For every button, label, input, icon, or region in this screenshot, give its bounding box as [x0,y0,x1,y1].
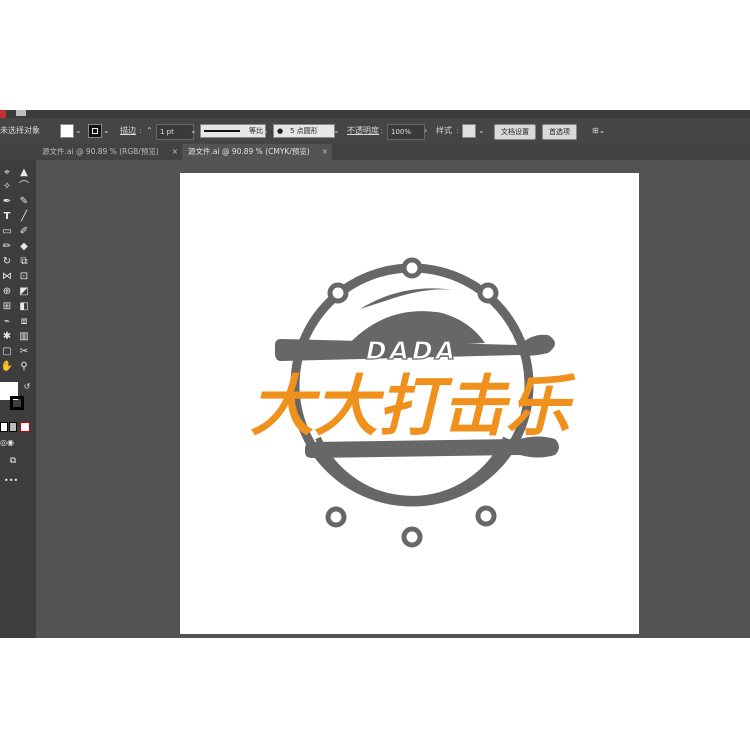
workspace-icon[interactable] [16,110,26,116]
rectangle-icon[interactable]: ▭ [0,225,14,239]
stroke-swatch[interactable] [88,124,102,138]
tab-cmyk[interactable]: 源文件.ai @ 90.89 % (CMYK/预览) × [182,144,332,160]
selection-icon[interactable]: ⌖ [0,166,14,180]
stroke-label[interactable]: 描边 [120,124,136,138]
stroke-weight-dropdown-icon[interactable]: ⌄ [190,124,197,138]
drum-swoosh [360,288,460,309]
lug-top [401,257,423,279]
arrange-icon[interactable]: ⊞⌄ [592,124,605,138]
illustrator-window: 未选择对象 ⌄ ⌄ 描边 : ⌃ 1 pt ⌄ 等比 ⌄ ● 5 点圆形 ⌄ 不… [0,110,750,638]
slice-icon[interactable]: ✂ [17,345,31,359]
symbol-sprayer-icon[interactable]: ✱ [0,330,14,344]
colon-icon: : [139,126,142,135]
zoom-icon[interactable]: ⚲ [17,360,31,374]
shape-builder-icon[interactable]: ⊕ [0,285,14,299]
eraser-icon[interactable]: ◆ [17,240,31,254]
graph-icon[interactable]: ▥ [17,330,31,344]
perspective-icon[interactable]: ◩ [17,285,31,299]
logo-wordmark: DADA [366,336,458,365]
artboard: DADA 大大打击乐 [180,173,639,634]
stroke-weight-field[interactable]: 1 pt [156,124,194,140]
variable-width-profile[interactable]: 等比 [200,124,266,138]
lug-bottom-right [475,505,497,527]
close-icon[interactable]: × [172,144,178,160]
draw-mode-icon[interactable]: ◎◉ [0,436,14,450]
fill-dropdown-icon[interactable]: ⌄ [75,124,82,138]
shaper-icon[interactable]: ✏ [0,240,14,254]
stroke-stepper-icon[interactable]: ⌃ [146,124,153,138]
brush-dropdown-icon[interactable]: ⌄ [333,124,340,138]
lug-top-left [327,282,349,304]
stroke-dropdown-icon[interactable]: ⌄ [103,124,110,138]
hand-icon[interactable]: ✋ [0,360,14,374]
style-dropdown-icon[interactable]: ⌄ [478,124,485,138]
type-icon[interactable]: T [0,210,14,224]
direct-selection-icon[interactable]: ▲ [17,166,31,180]
profile-dropdown-icon[interactable]: ⌄ [262,124,269,138]
swap-colors-icon[interactable]: ↺ [20,380,34,394]
brush-definition[interactable]: ● 5 点圆形 [273,124,335,138]
lug-bottom [401,526,423,548]
width-icon[interactable]: ⋈ [0,270,14,284]
document-setup-button[interactable]: 文档设置 [494,124,536,140]
selection-status: 未选择对象 [0,126,40,135]
free-transform-icon[interactable]: ⊡ [17,270,31,284]
style-swatch[interactable] [462,124,476,138]
opacity-arrow-icon[interactable]: › [424,124,427,138]
color-mode-icon[interactable] [0,422,8,432]
opacity-field[interactable]: 100% [387,124,425,140]
menu-strip [0,110,750,118]
logo-artwork: DADA 大大打击乐 [250,257,576,548]
gradient-icon[interactable]: ◧ [17,300,31,314]
profile-label: 等比 [249,127,263,135]
screen-mode-icon[interactable]: ⧉ [6,454,20,468]
tools-panel: ⌖ ▲ ✧ ⌒ ✒ ✎ T ╱ ▭ ✐ ✏ ◆ ↻ ⧉ ⋈ ⊡ ⊕ ◩ ⊞ ◧ … [0,160,36,638]
curvature-icon[interactable]: ✎ [17,195,31,209]
none-mode-icon[interactable] [20,422,30,432]
lug-bottom-left [325,506,347,528]
blend-icon[interactable]: ⧈ [17,315,31,329]
preferences-button[interactable]: 首选项 [542,124,577,140]
app-logo-icon [0,110,6,118]
tab-label: 源文件.ai @ 90.89 % (RGB/预览) [42,147,159,156]
tab-label: 源文件.ai @ 90.89 % (CMYK/预览) [188,147,310,156]
fill-swatch[interactable] [60,124,74,138]
logo-title: 大大打击乐 [250,368,576,445]
colon3-icon: : [456,126,459,135]
magic-wand-icon[interactable]: ✧ [0,180,14,194]
lug-top-right [477,282,499,304]
lasso-icon[interactable]: ⌒ [17,180,31,194]
pen-icon[interactable]: ✒ [0,195,14,209]
eyedropper-icon[interactable]: ⌁ [0,315,14,329]
scale-icon[interactable]: ⧉ [17,255,31,269]
document-tabs: 源文件.ai @ 90.89 % (RGB/预览) × 源文件.ai @ 90.… [0,144,750,160]
gradient-mode-icon[interactable] [9,422,17,432]
more-tools-icon[interactable]: ••• [4,474,18,488]
stroke-profile-icon [204,130,240,132]
colon2-icon: : [380,126,383,135]
control-bar: 未选择对象 ⌄ ⌄ 描边 : ⌃ 1 pt ⌄ 等比 ⌄ ● 5 点圆形 ⌄ 不… [0,118,750,144]
brush-dot-icon: ● [277,127,284,135]
opacity-label[interactable]: 不透明度 [347,124,379,138]
line-icon[interactable]: ╱ [17,210,31,224]
mesh-icon[interactable]: ⊞ [0,300,14,314]
paintbrush-icon[interactable]: ✐ [17,225,31,239]
rotate-icon[interactable]: ↻ [0,255,14,269]
close-icon[interactable]: × [322,144,328,160]
brush-label: 5 点圆形 [290,127,318,135]
style-label: 样式 [436,126,452,135]
artboard-icon[interactable]: ▢ [0,345,14,359]
stroke-color-box[interactable] [10,396,24,410]
tab-rgb[interactable]: 源文件.ai @ 90.89 % (RGB/预览) × [36,144,182,160]
